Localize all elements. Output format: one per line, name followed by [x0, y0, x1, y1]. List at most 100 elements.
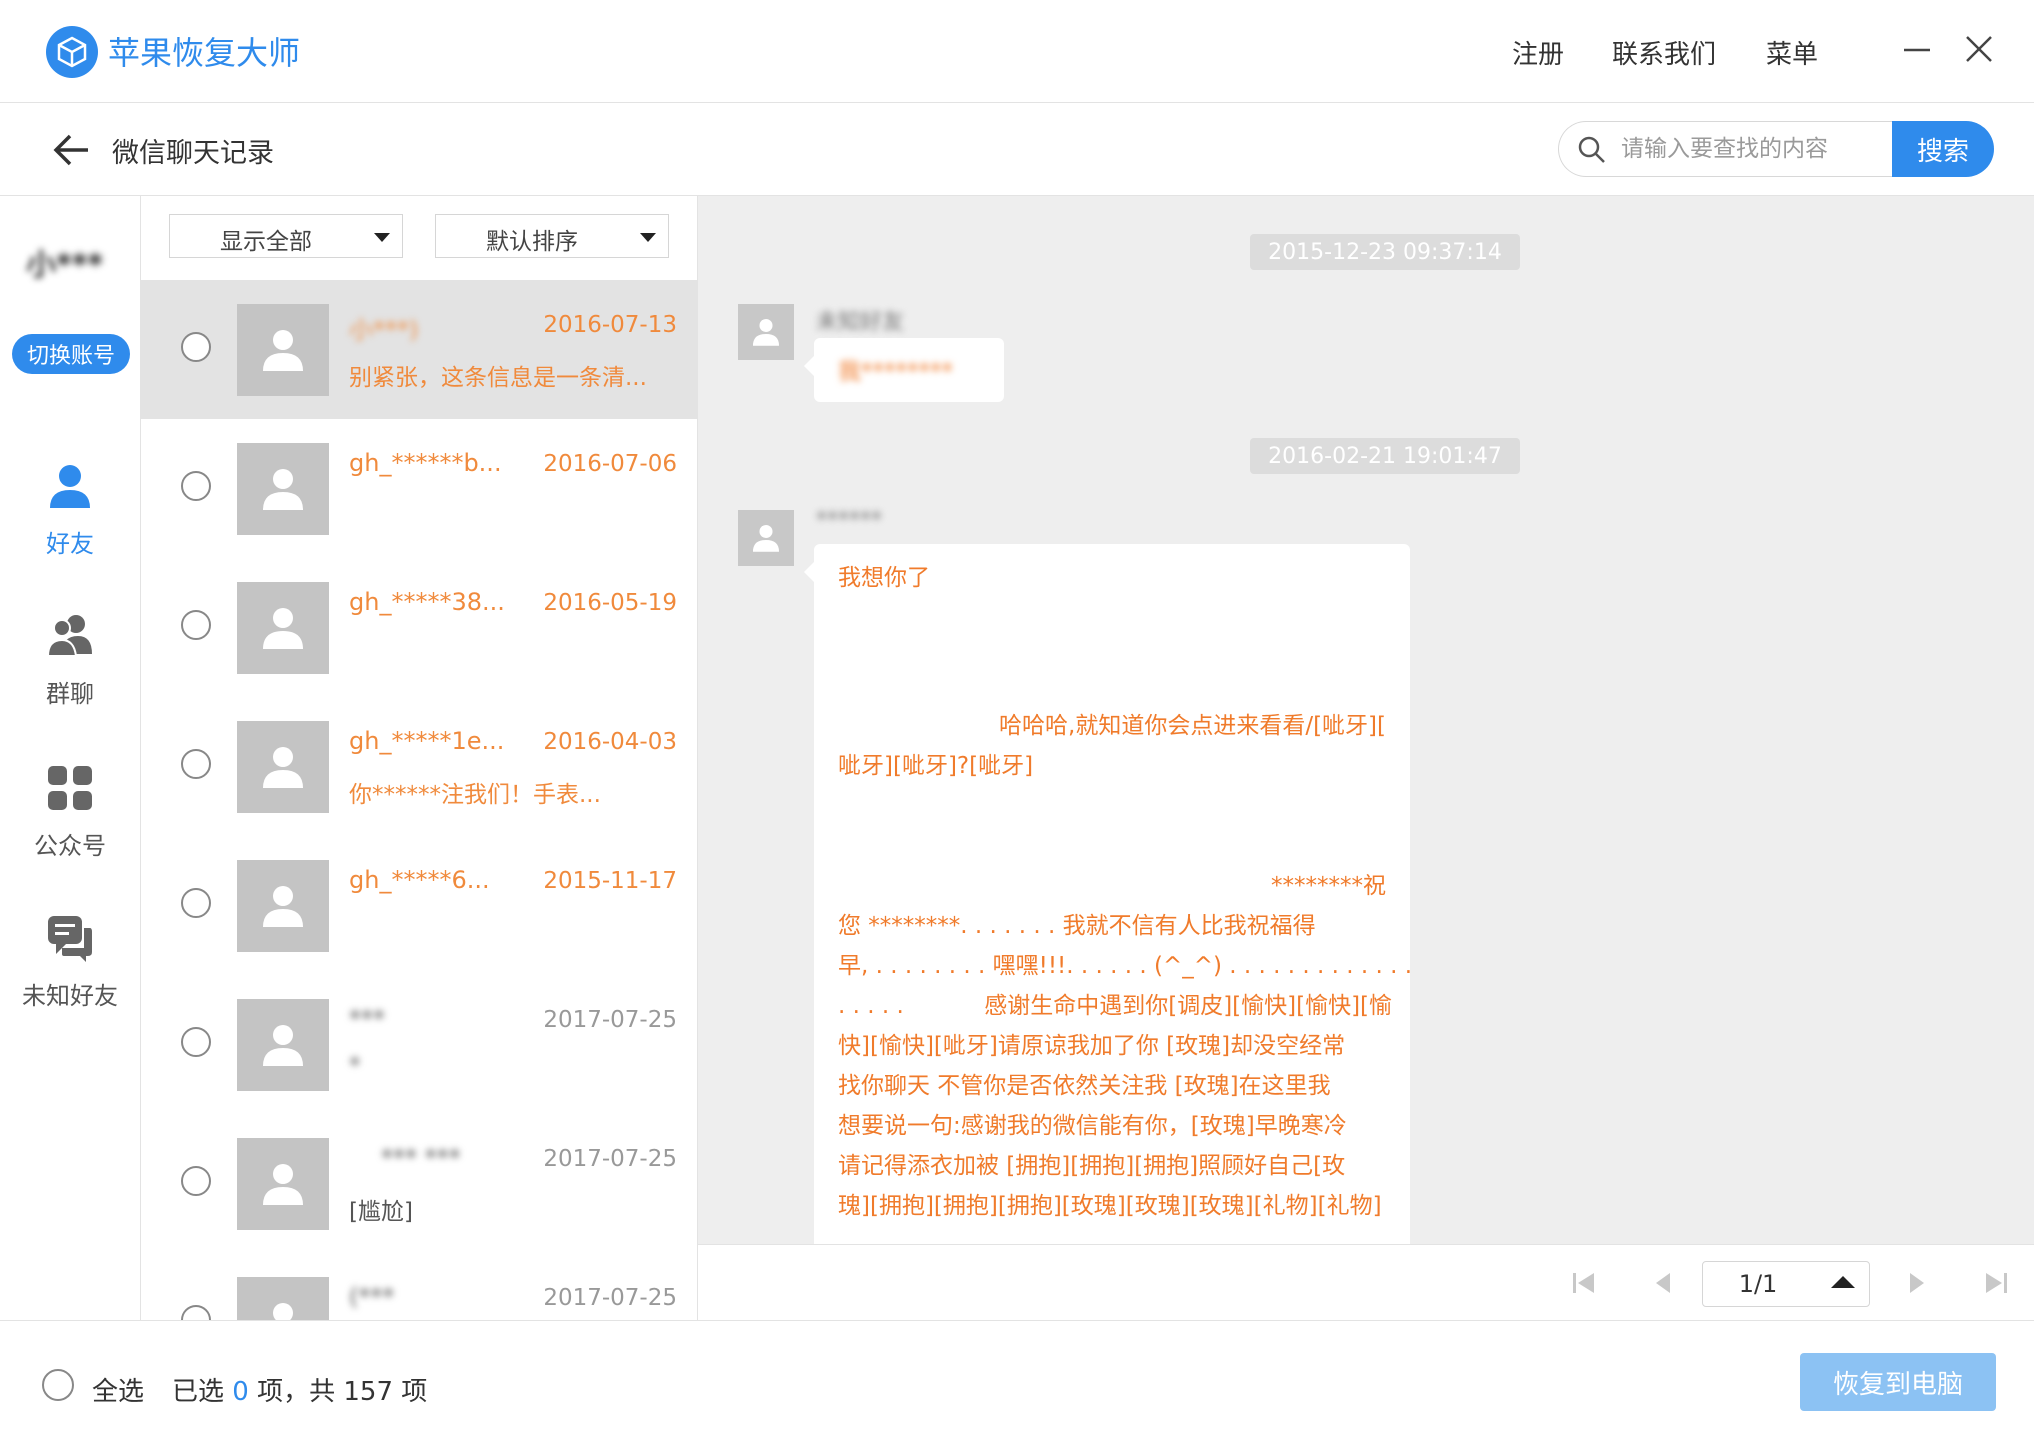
last-message-preview: 别紧张，这条信息是一条清...	[349, 365, 647, 391]
message-line	[838, 678, 1386, 706]
list-item[interactable]: gh_*****38... 2016-05-19	[141, 558, 697, 697]
contact-name: 小***)	[349, 316, 419, 344]
list-item[interactable]: gh_******b... 2016-07-06	[141, 419, 697, 558]
contact-date: 2017-07-25	[543, 1285, 677, 1311]
page-title: 微信聊天记录	[112, 138, 274, 169]
select-all-label[interactable]: 全选	[92, 1371, 144, 1408]
page-number-field[interactable]: 1/1	[1702, 1261, 1870, 1307]
selected-count: 0	[232, 1377, 249, 1407]
avatar-placeholder-icon	[237, 1277, 329, 1320]
message-line	[838, 638, 1386, 678]
contact-name: gh_*****6...	[349, 866, 490, 894]
message-line: 想要说一句:感谢我的微信能有你，[玫瑰]早晚寒冷	[838, 1113, 1347, 1139]
chat-panel: 2015-12-23 09:37:14 未知好友 我******** 2016-…	[698, 196, 2034, 1244]
message-bubble: 我********	[804, 338, 1004, 402]
sort-dropdown-label: 默认排序	[486, 229, 578, 255]
avatar-placeholder-icon	[738, 304, 794, 360]
list-item[interactable]: gh_*****6... 2015-11-17	[141, 836, 697, 975]
message-line: . . . . . 感谢生命中遇到你[调皮][愉快][愉快][愉	[838, 993, 1393, 1019]
avatar-placeholder-icon	[237, 1138, 329, 1230]
register-link[interactable]: 注册	[1512, 34, 1564, 71]
message-line: 瑰][拥抱][拥抱][拥抱][玫瑰][玫瑰][玫瑰][礼物][礼物]	[838, 1193, 1382, 1219]
row-checkbox[interactable]	[181, 471, 211, 501]
search-button[interactable]: 搜索	[1892, 121, 1994, 177]
left-nav: 小*** 切换账号 好友 群聊 公众号 未知好友	[0, 196, 141, 1320]
contact-date: 2016-04-03	[543, 729, 677, 755]
last-page-icon[interactable]	[1982, 1269, 2010, 1297]
search-box	[1558, 121, 1893, 177]
footer-bar: 全选 已选 0 项，共 157 项 恢复到电脑	[0, 1320, 2034, 1431]
first-page-icon[interactable]	[1570, 1269, 1598, 1297]
minimize-icon[interactable]	[1902, 32, 1932, 62]
nav-item-official-accounts[interactable]: 公众号	[0, 764, 140, 884]
contact-name: gh_*****1e...	[349, 727, 505, 755]
contact-name: ***	[349, 1005, 385, 1033]
nav-item-label: 公众号	[34, 832, 106, 860]
contact-date: 2016-07-13	[543, 312, 677, 338]
back-arrow-icon[interactable]	[50, 129, 92, 171]
filter-dropdown[interactable]: 显示全部	[169, 214, 403, 258]
list-item[interactable]: gh_*****1e... 2016-04-03 你******注我们！手表..…	[141, 697, 697, 836]
group-icon	[46, 612, 94, 660]
nav-item-groups[interactable]: 群聊	[0, 612, 140, 732]
nav-item-label: 好友	[46, 530, 94, 558]
row-checkbox[interactable]	[181, 1166, 211, 1196]
row-checkbox[interactable]	[181, 610, 211, 640]
page-header: 微信聊天记录 搜索	[0, 103, 2034, 196]
message-text: 我********	[838, 359, 953, 385]
page-number-value: 1/1	[1738, 1270, 1778, 1298]
message-sender: 未知好友	[816, 310, 905, 335]
caret-up-icon[interactable]	[1831, 1276, 1855, 1288]
message-sender: ******	[816, 508, 882, 533]
menu-link[interactable]: 菜单	[1766, 34, 1818, 71]
message-line	[838, 598, 1386, 638]
contact-date: 2016-05-19	[543, 590, 677, 616]
nav-item-unknown-friends[interactable]: 未知好友	[0, 914, 140, 1034]
message-line	[838, 786, 1386, 826]
list-item[interactable]: (*** 2017-07-25	[141, 1253, 697, 1320]
nav-item-label: 未知好友	[22, 982, 118, 1010]
person-icon	[46, 462, 94, 510]
close-icon[interactable]	[1962, 32, 1996, 66]
chat-bubble-icon	[46, 914, 94, 962]
contact-date: 2015-11-17	[543, 868, 677, 894]
message-line: 我想你了	[838, 565, 930, 591]
selection-summary: 已选 0 项，共 157 项	[172, 1371, 427, 1408]
title-bar: 苹果恢复大师 注册 联系我们 菜单	[0, 0, 2034, 103]
next-page-icon[interactable]	[1902, 1269, 1930, 1297]
avatar-placeholder-icon	[237, 721, 329, 813]
row-checkbox[interactable]	[181, 1027, 211, 1057]
nav-item-label: 群聊	[46, 680, 94, 708]
contact-date: 2016-07-06	[543, 451, 677, 477]
row-checkbox[interactable]	[181, 749, 211, 779]
account-name: 小***	[26, 248, 104, 283]
select-all-checkbox[interactable]	[42, 1369, 74, 1401]
contact-name: gh_******b...	[349, 449, 502, 477]
row-checkbox[interactable]	[181, 332, 211, 362]
search-input[interactable]	[1619, 122, 1883, 176]
message-line: 请记得添衣加被 [拥抱][拥抱][拥抱]照顾好自己[玫	[838, 1153, 1346, 1179]
avatar-placeholder-icon	[237, 582, 329, 674]
list-item[interactable]: *** *** 2017-07-25 [尴尬]	[141, 1114, 697, 1253]
list-item[interactable]: 小***) 2016-07-13 别紧张，这条信息是一条清...	[141, 280, 697, 419]
contact-date: 2017-07-25	[543, 1007, 677, 1033]
box-logo-icon	[46, 26, 98, 78]
list-item[interactable]: *** 2017-07-25 *	[141, 975, 697, 1114]
row-checkbox[interactable]	[181, 888, 211, 918]
message-timestamp: 2015-12-23 09:37:14	[1250, 234, 1520, 270]
restore-to-computer-button[interactable]: 恢复到电脑	[1800, 1353, 1996, 1411]
selection-suffix: 项，共 157 项	[257, 1377, 428, 1407]
last-message-preview: 你******注我们！手表...	[349, 782, 601, 808]
caret-down-icon	[640, 233, 656, 242]
previous-page-icon[interactable]	[1650, 1269, 1678, 1297]
nav-item-friends[interactable]: 好友	[0, 462, 140, 582]
switch-account-button[interactable]: 切换账号	[12, 334, 130, 374]
contact-link[interactable]: 联系我们	[1612, 34, 1716, 71]
row-checkbox[interactable]	[181, 1305, 211, 1320]
message-bubble: 我想你了 哈哈哈,就知道你会点进来看看/[呲牙][ 呲牙][呲牙]?[呲牙] *…	[804, 544, 1412, 1244]
sort-dropdown[interactable]: 默认排序	[435, 214, 669, 258]
app-title: 苹果恢复大师	[108, 34, 301, 72]
last-message-preview: *	[349, 1053, 361, 1079]
message-line	[838, 826, 1386, 866]
message-line: 呲牙][呲牙]?[呲牙]	[838, 753, 1034, 779]
